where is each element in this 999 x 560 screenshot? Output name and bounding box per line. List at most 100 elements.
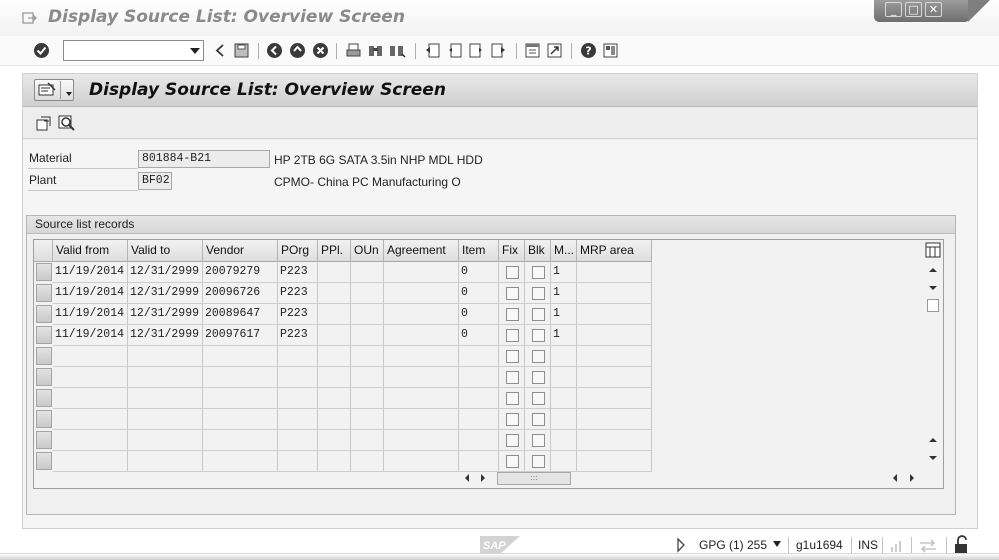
cell-vendor[interactable] [203, 430, 278, 451]
cell-vendor[interactable] [203, 388, 278, 409]
cell-oun[interactable] [351, 304, 384, 325]
cell-porg[interactable] [278, 346, 318, 367]
blk-checkbox[interactable] [532, 287, 545, 300]
cell-item[interactable] [459, 409, 499, 430]
blk-checkbox[interactable] [532, 266, 545, 279]
cell-ppl[interactable] [318, 325, 351, 346]
cell-mrp-area[interactable] [577, 451, 652, 472]
column-header-m[interactable]: M... [551, 240, 577, 262]
blk-checkbox[interactable] [532, 392, 545, 405]
cell-valid-from[interactable] [53, 451, 128, 472]
cell-m[interactable] [551, 367, 577, 388]
vertical-scrollbar[interactable] [924, 262, 942, 467]
cell-ppl[interactable] [318, 346, 351, 367]
find-icon[interactable] [367, 42, 384, 59]
chevron-down-icon[interactable] [190, 48, 200, 54]
row-selector[interactable] [36, 368, 52, 386]
fix-checkbox[interactable] [506, 413, 519, 426]
cell-ppl[interactable] [318, 367, 351, 388]
prev-page-icon[interactable] [446, 42, 463, 59]
layout-icon[interactable] [602, 42, 619, 59]
cell-item[interactable] [459, 346, 499, 367]
cell-valid-to[interactable] [128, 346, 203, 367]
cell-agreement[interactable] [384, 283, 459, 304]
command-field[interactable] [63, 40, 204, 61]
scroll-left-end-icon[interactable] [889, 472, 901, 484]
column-header-valid-to[interactable]: Valid to [128, 240, 203, 262]
row-selector[interactable] [36, 263, 52, 281]
cell-oun[interactable] [351, 367, 384, 388]
cell-valid-to[interactable] [128, 388, 203, 409]
scroll-page-up-icon[interactable] [926, 434, 940, 446]
cell-mrp-area[interactable] [577, 430, 652, 451]
cell-porg[interactable] [278, 430, 318, 451]
select-all-cell[interactable] [34, 240, 53, 262]
blk-checkbox[interactable] [532, 350, 545, 363]
create-session-icon[interactable] [524, 42, 541, 59]
cell-m[interactable]: 1 [551, 262, 577, 283]
cell-m[interactable] [551, 388, 577, 409]
cell-ppl[interactable] [318, 304, 351, 325]
column-header-item[interactable]: Item [459, 240, 499, 262]
cell-agreement[interactable] [384, 388, 459, 409]
fix-checkbox[interactable] [506, 392, 519, 405]
cell-valid-to[interactable] [128, 409, 203, 430]
cell-ppl[interactable] [318, 451, 351, 472]
column-header-agreement[interactable]: Agreement [384, 240, 459, 262]
cell-vendor[interactable]: 20089647 [203, 304, 278, 325]
command-input[interactable] [67, 43, 185, 61]
shortcut-icon[interactable] [546, 42, 563, 59]
cell-valid-from[interactable]: 11/19/2014 [53, 304, 128, 325]
fix-checkbox[interactable] [506, 266, 519, 279]
scroll-page-down-icon[interactable] [926, 452, 940, 464]
cell-vendor[interactable]: 20079279 [203, 262, 278, 283]
exit-icon[interactable] [289, 42, 306, 59]
cell-mrp-area[interactable] [577, 388, 652, 409]
first-page-icon[interactable] [424, 42, 441, 59]
cell-mrp-area[interactable] [577, 304, 652, 325]
blk-checkbox[interactable] [532, 434, 545, 447]
maximize-button[interactable]: □ [905, 2, 922, 17]
column-header-blk[interactable]: Blk [525, 240, 551, 262]
cell-oun[interactable] [351, 262, 384, 283]
cell-m[interactable]: 1 [551, 325, 577, 346]
cell-valid-to[interactable] [128, 367, 203, 388]
fix-checkbox[interactable] [506, 455, 519, 468]
row-selector[interactable] [36, 347, 52, 365]
column-header-ppl[interactable]: PPl. [318, 240, 351, 262]
enter-icon[interactable] [33, 42, 50, 59]
scroll-right-end-icon[interactable] [906, 472, 918, 484]
cell-valid-from[interactable]: 11/19/2014 [53, 262, 128, 283]
cell-oun[interactable] [351, 430, 384, 451]
cell-valid-from[interactable] [53, 367, 128, 388]
cell-m[interactable]: 1 [551, 304, 577, 325]
cell-vendor[interactable] [203, 451, 278, 472]
fix-checkbox[interactable] [506, 434, 519, 447]
cell-agreement[interactable] [384, 262, 459, 283]
row-selector[interactable] [36, 431, 52, 449]
blk-checkbox[interactable] [532, 413, 545, 426]
back-icon[interactable] [266, 42, 283, 59]
fix-checkbox[interactable] [506, 287, 519, 300]
cell-valid-to[interactable] [128, 451, 203, 472]
cell-mrp-area[interactable] [577, 325, 652, 346]
cell-mrp-area[interactable] [577, 262, 652, 283]
fix-checkbox[interactable] [506, 371, 519, 384]
cell-valid-to[interactable]: 12/31/2999 [128, 283, 203, 304]
cell-porg[interactable]: P223 [278, 304, 318, 325]
cancel-icon[interactable] [312, 42, 329, 59]
last-page-icon[interactable] [490, 42, 507, 59]
cell-agreement[interactable] [384, 325, 459, 346]
cell-m[interactable] [551, 409, 577, 430]
column-header-porg[interactable]: POrg [278, 240, 318, 262]
cell-ppl[interactable] [318, 409, 351, 430]
lock-icon[interactable] [953, 535, 971, 554]
cell-item[interactable] [459, 430, 499, 451]
column-header-vendor[interactable]: Vendor [203, 240, 278, 262]
cell-item[interactable] [459, 451, 499, 472]
column-header-valid-from[interactable]: Valid from [53, 240, 128, 262]
row-selector[interactable] [36, 452, 52, 470]
row-selector[interactable] [36, 410, 52, 428]
cell-valid-to[interactable]: 12/31/2999 [128, 262, 203, 283]
blk-checkbox[interactable] [532, 371, 545, 384]
